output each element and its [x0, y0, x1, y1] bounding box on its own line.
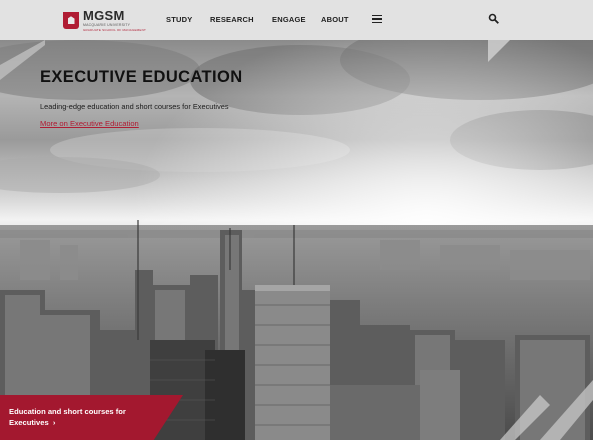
- site-header: MGSM MACQUARIE UNIVERSITY GRADUATE SCHOO…: [0, 0, 593, 40]
- main-nav: STUDY RESEARCH ENGAGE ABOUT: [0, 0, 593, 40]
- search-icon[interactable]: [488, 13, 500, 25]
- chevron-right-icon: ›: [52, 418, 56, 427]
- short-courses-cta[interactable]: Education and short courses for Executiv…: [0, 395, 183, 440]
- hamburger-icon[interactable]: [372, 15, 382, 24]
- hero-subtitle: Leading-edge education and short courses…: [40, 102, 229, 111]
- nav-about[interactable]: ABOUT: [321, 15, 349, 24]
- cta-line-2: Executives: [9, 418, 49, 427]
- nav-study[interactable]: STUDY: [166, 15, 192, 24]
- nav-research[interactable]: RESEARCH: [210, 15, 254, 24]
- nav-engage[interactable]: ENGAGE: [272, 15, 306, 24]
- executive-education-link[interactable]: More on Executive Education: [40, 119, 139, 128]
- city-skyline-image: [0, 40, 593, 440]
- hero-title: EXECUTIVE EDUCATION: [40, 68, 243, 86]
- cta-line-1: Education and short courses for: [9, 407, 126, 416]
- hero-banner: EXECUTIVE EDUCATION Leading-edge educati…: [0, 40, 593, 440]
